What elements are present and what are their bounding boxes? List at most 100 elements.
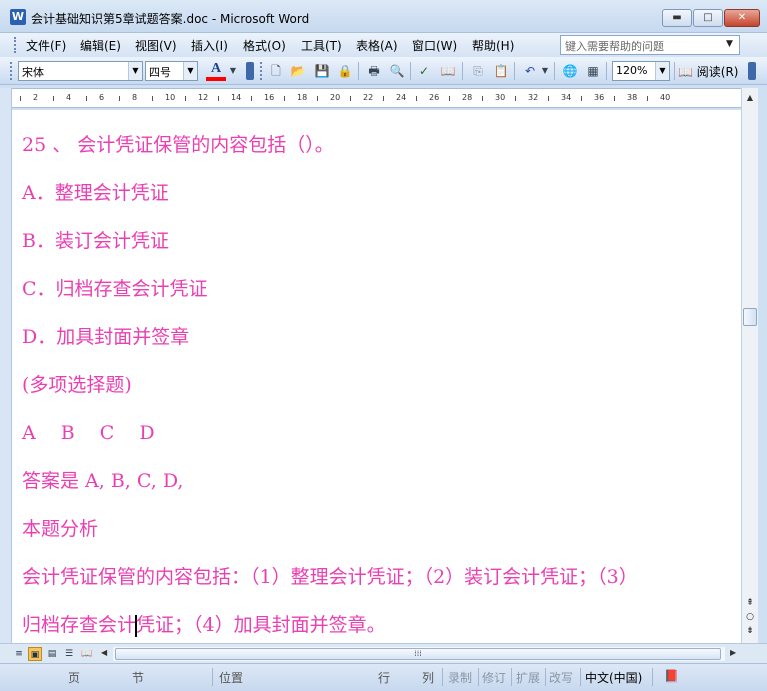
status-bar: 页 节 位置 行 列 录制 修订 扩展 改写 中文(中国) 📕 bbox=[0, 663, 767, 691]
document-page[interactable]: 25 、 会计凭证保管的内容包括（）。 A．整理会计凭证 B．装订会计凭证 C．… bbox=[12, 110, 741, 643]
menu-window[interactable]: 窗口(W) bbox=[412, 37, 457, 54]
chevron-down-icon[interactable]: ▼ bbox=[128, 62, 142, 80]
doc-paragraph[interactable]: (多项选择题) bbox=[22, 370, 132, 397]
standard-toolbar-grip[interactable] bbox=[260, 62, 263, 80]
ruler-tick bbox=[218, 96, 219, 101]
status-position[interactable]: 位置 bbox=[219, 669, 243, 686]
doc-paragraph-with-caret[interactable]: 归档存查会计凭证；（4）加具封面并签章。 bbox=[22, 610, 386, 637]
status-separator bbox=[652, 668, 653, 686]
chevron-down-icon[interactable]: ▼ bbox=[655, 62, 669, 80]
previous-page-icon[interactable]: ⇞ bbox=[742, 598, 758, 608]
print-icon[interactable]: 🖶 bbox=[366, 63, 382, 79]
menu-insert[interactable]: 插入(I) bbox=[191, 37, 228, 54]
menu-file[interactable]: 文件(F) bbox=[26, 37, 66, 54]
ruler-number: 16 bbox=[264, 93, 275, 102]
outline-view-icon[interactable]: ☰ bbox=[62, 647, 76, 661]
doc-paragraph[interactable]: B．装订会计凭证 bbox=[22, 226, 169, 253]
menu-bar: 文件(F) 编辑(E) 视图(V) 插入(I) 格式(O) 工具(T) 表格(A… bbox=[0, 33, 767, 57]
font-name-select[interactable]: 宋体 ▼ bbox=[18, 61, 143, 81]
undo-dropdown-icon[interactable]: ▼ bbox=[540, 63, 550, 79]
horizontal-scroll-thumb[interactable]: ⁞⁞⁞ bbox=[115, 648, 721, 660]
normal-view-icon[interactable]: ≡ bbox=[12, 647, 26, 661]
close-button[interactable]: ✕ bbox=[724, 9, 760, 27]
help-dropdown-icon[interactable]: ▼ bbox=[726, 39, 733, 49]
status-record[interactable]: 录制 bbox=[448, 669, 472, 686]
save-icon[interactable]: 💾 bbox=[314, 63, 330, 79]
scroll-left-icon[interactable]: ◀ bbox=[101, 648, 107, 657]
font-color-button[interactable]: A bbox=[206, 61, 226, 81]
word-app-icon[interactable]: W bbox=[10, 9, 26, 25]
doc-paragraph[interactable]: 25 、 会计凭证保管的内容包括（）。 bbox=[22, 130, 334, 157]
help-question-input[interactable]: 键入需要帮助的问题 bbox=[560, 35, 740, 55]
menu-table[interactable]: 表格(A) bbox=[356, 37, 398, 54]
status-overtype[interactable]: 改写 bbox=[549, 669, 573, 686]
ruler-number: 20 bbox=[330, 93, 341, 102]
ruler-tick bbox=[614, 96, 615, 101]
horizontal-ruler[interactable]: 2 4 6 8 10 12 14 16 18 20 22 24 26 28 30 32 34 36 38 40 bbox=[12, 88, 742, 108]
ruler-tick bbox=[383, 96, 384, 101]
status-track-changes[interactable]: 修订 bbox=[482, 669, 506, 686]
toolbar-overflow-icon[interactable] bbox=[748, 62, 756, 80]
new-document-icon[interactable]: 🗋 bbox=[268, 63, 284, 79]
next-page-icon[interactable]: ⇟ bbox=[742, 626, 758, 636]
spelling-icon[interactable]: ✓ bbox=[416, 63, 432, 79]
paste-icon[interactable]: 📋 bbox=[493, 63, 509, 79]
ruler-number: 12 bbox=[198, 93, 209, 102]
hyperlink-icon[interactable]: 🌐 bbox=[562, 63, 578, 79]
text-after-caret: 凭证；（4）加具封面并签章。 bbox=[136, 614, 386, 636]
minimize-button[interactable]: ▬ bbox=[662, 9, 692, 27]
menu-edit[interactable]: 编辑(E) bbox=[80, 37, 121, 54]
doc-paragraph[interactable]: 会计凭证保管的内容包括：（1）整理会计凭证；（2）装订会计凭证；（3） bbox=[22, 562, 638, 589]
scroll-up-icon[interactable]: ▲ bbox=[742, 90, 758, 106]
text-before-caret: 归档存查会计 bbox=[22, 614, 137, 636]
status-line[interactable]: 行 bbox=[378, 669, 390, 686]
table-icon[interactable]: ▦ bbox=[585, 63, 601, 79]
chevron-down-icon[interactable]: ▼ bbox=[183, 62, 197, 80]
zoom-select[interactable]: 120% ▼ bbox=[612, 61, 670, 81]
browse-object-icon[interactable]: ○ bbox=[742, 612, 758, 622]
status-language[interactable]: 中文(中国) bbox=[585, 669, 642, 686]
doc-paragraph[interactable]: A．整理会计凭证 bbox=[22, 178, 169, 205]
status-separator bbox=[478, 668, 479, 686]
menu-tools[interactable]: 工具(T) bbox=[301, 37, 342, 54]
doc-paragraph[interactable]: 本题分析 bbox=[22, 514, 98, 541]
ruler-number: 26 bbox=[429, 93, 440, 102]
status-extend[interactable]: 扩展 bbox=[516, 669, 540, 686]
font-size-select[interactable]: 四号 ▼ bbox=[145, 61, 198, 81]
doc-paragraph[interactable]: A B C D bbox=[22, 418, 155, 445]
ruler-tick bbox=[119, 96, 120, 101]
print-preview-icon[interactable]: 🔍 bbox=[389, 63, 405, 79]
ruler-tick bbox=[53, 96, 54, 101]
web-layout-view-icon[interactable]: ▣ bbox=[28, 647, 42, 661]
research-icon[interactable]: 📖 bbox=[440, 63, 456, 79]
reading-view-icon[interactable]: 📖 bbox=[80, 647, 94, 661]
ruler-tick bbox=[20, 96, 21, 101]
toolbar-overflow-icon[interactable] bbox=[246, 62, 254, 80]
vertical-scrollbar[interactable]: ▲ ⇞ ○ ⇟ bbox=[741, 88, 758, 643]
toolbar-grip-handle[interactable] bbox=[10, 62, 13, 80]
book-icon: 📖 bbox=[678, 65, 693, 79]
doc-paragraph[interactable]: D．加具封面并签章 bbox=[22, 322, 189, 349]
open-folder-icon[interactable]: 📂 bbox=[290, 63, 306, 79]
status-page[interactable]: 页 bbox=[68, 669, 80, 686]
undo-icon[interactable]: ↶ bbox=[522, 63, 538, 79]
menu-view[interactable]: 视图(V) bbox=[135, 37, 177, 54]
scroll-right-icon[interactable]: ▶ bbox=[730, 648, 736, 657]
ruler-number: 40 bbox=[660, 93, 671, 102]
font-color-dropdown-icon[interactable]: ▼ bbox=[228, 63, 238, 79]
ruler-tick bbox=[86, 96, 87, 101]
menu-format[interactable]: 格式(O) bbox=[243, 37, 286, 54]
status-section[interactable]: 节 bbox=[132, 669, 144, 686]
read-mode-button[interactable]: 📖 阅读(R) bbox=[678, 63, 738, 80]
print-layout-view-icon[interactable]: ▤ bbox=[45, 647, 59, 661]
menu-help[interactable]: 帮助(H) bbox=[472, 37, 514, 54]
spelling-status-icon[interactable]: 📕 bbox=[664, 669, 679, 683]
doc-paragraph[interactable]: C．归档存查会计凭证 bbox=[22, 274, 208, 301]
permission-icon[interactable]: 🔒 bbox=[337, 63, 353, 79]
status-column[interactable]: 列 bbox=[422, 669, 434, 686]
maximize-button[interactable]: □ bbox=[693, 9, 723, 27]
scroll-thumb[interactable] bbox=[743, 308, 757, 326]
doc-paragraph[interactable]: 答案是 A, B, C, D, bbox=[22, 466, 183, 493]
copy-icon[interactable]: ⎘ bbox=[470, 63, 486, 79]
menu-grip-handle[interactable] bbox=[14, 37, 17, 53]
